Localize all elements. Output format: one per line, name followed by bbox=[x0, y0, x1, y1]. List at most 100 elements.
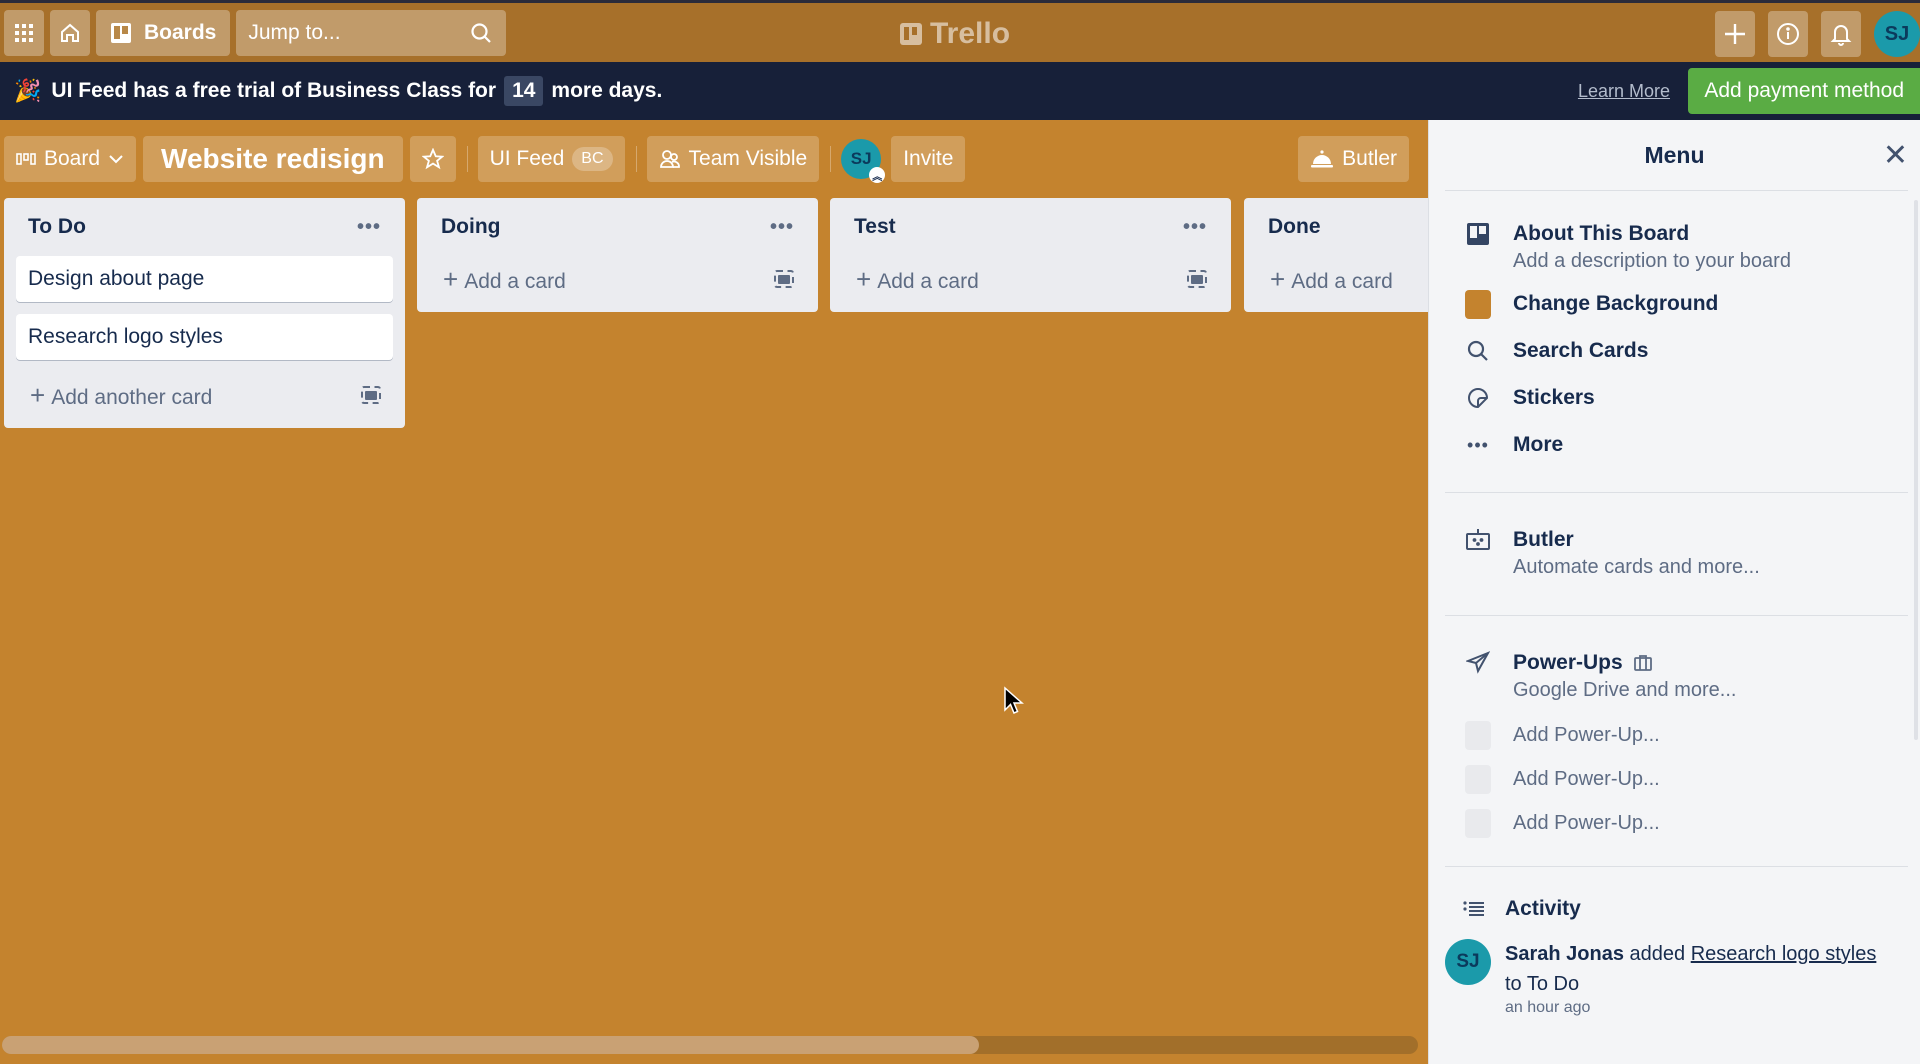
logo-text: Trello bbox=[930, 17, 1011, 50]
board-title[interactable]: Website redisign bbox=[143, 136, 403, 182]
menu-item-stickers[interactable]: Stickers bbox=[1429, 385, 1920, 411]
add-card-button[interactable]: + Add a card bbox=[429, 256, 806, 302]
list-menu-icon[interactable]: ••• bbox=[1183, 216, 1207, 239]
list-title[interactable]: Done bbox=[1268, 215, 1321, 239]
activity-text: Sarah Jonas added Research logo styles t… bbox=[1505, 939, 1876, 999]
boards-button[interactable]: Boards bbox=[96, 9, 231, 56]
user-avatar[interactable]: SJ bbox=[1874, 11, 1920, 57]
add-card-button[interactable]: + Add another card bbox=[16, 372, 393, 418]
top-nav: Boards Jump to... Trello SJ bbox=[0, 0, 1920, 62]
menu-vertical-scrollbar[interactable] bbox=[1914, 200, 1918, 740]
invite-button[interactable]: Invite bbox=[891, 136, 966, 182]
team-name: UI Feed bbox=[489, 147, 565, 170]
notifications-button[interactable] bbox=[1821, 11, 1861, 57]
star-icon bbox=[421, 148, 444, 170]
list-menu-icon[interactable]: ••• bbox=[357, 216, 381, 239]
close-icon[interactable]: ✕ bbox=[1883, 138, 1908, 173]
menu-item-butler[interactable]: Butler Automate cards and more... bbox=[1429, 527, 1920, 581]
create-button[interactable] bbox=[1715, 11, 1755, 57]
board-header: Board Website redisign UI Feed BC Team V… bbox=[0, 120, 1428, 198]
mouse-cursor-icon bbox=[1004, 686, 1024, 714]
card[interactable]: Design about page bbox=[16, 256, 393, 302]
add-card-button[interactable]: + Add a card bbox=[842, 256, 1219, 302]
activity-list-icon bbox=[1463, 901, 1484, 916]
about-subtitle: Add a description to your board bbox=[1513, 250, 1791, 272]
list-header[interactable]: Test ••• bbox=[842, 198, 1219, 256]
butler-title: Butler bbox=[1513, 528, 1574, 551]
menu-item-search-cards[interactable]: Search Cards bbox=[1429, 338, 1920, 364]
add-power-up-item[interactable]: Add Power-Up... bbox=[1429, 720, 1920, 750]
team-plan-badge: BC bbox=[572, 147, 613, 171]
activity-destination: to To Do bbox=[1505, 973, 1580, 995]
chevron-down-icon bbox=[109, 155, 123, 164]
card-template-icon[interactable] bbox=[1187, 270, 1207, 288]
trello-logo-icon bbox=[900, 23, 922, 45]
plus-icon: + bbox=[443, 263, 459, 294]
search-icon bbox=[1465, 338, 1491, 364]
card-template-icon[interactable] bbox=[774, 270, 794, 288]
list-menu-icon[interactable]: ••• bbox=[770, 216, 794, 239]
more-dots-icon: ••• bbox=[1467, 434, 1489, 455]
add-payment-button[interactable]: Add payment method bbox=[1688, 68, 1920, 114]
activity-card-link[interactable]: Research logo styles bbox=[1691, 943, 1877, 965]
activity-user[interactable]: Sarah Jonas bbox=[1505, 943, 1624, 965]
visibility-button[interactable]: Team Visible bbox=[646, 136, 820, 182]
board-view-switcher[interactable]: Board bbox=[4, 136, 137, 182]
board-horizontal-scrollbar[interactable] bbox=[2, 1036, 1418, 1054]
card-template-icon[interactable] bbox=[361, 386, 381, 404]
list-header[interactable]: To Do ••• bbox=[16, 198, 393, 256]
list-header[interactable]: Doing ••• bbox=[429, 198, 806, 256]
butler-bell-icon bbox=[1311, 150, 1334, 168]
activity-item: SJ Sarah Jonas added Research logo style… bbox=[1429, 939, 1920, 1017]
butler-button[interactable]: Butler bbox=[1298, 136, 1409, 182]
sticker-icon bbox=[1465, 385, 1491, 411]
learn-more-link[interactable]: Learn More bbox=[1578, 81, 1670, 102]
menu-item-about-board[interactable]: About This Board Add a description to yo… bbox=[1429, 221, 1920, 275]
butler-label: Butler bbox=[1342, 147, 1397, 170]
board-menu-panel: Menu ✕ About This Board Add a descriptio… bbox=[1428, 120, 1920, 1064]
home-button[interactable] bbox=[50, 9, 90, 56]
change-background-label: Change Background bbox=[1513, 292, 1719, 315]
scrollbar-thumb[interactable] bbox=[2, 1036, 980, 1054]
menu-item-change-background[interactable]: Change Background bbox=[1429, 289, 1920, 319]
banner-prefix: UI Feed has a free trial of Business Cla… bbox=[51, 79, 497, 102]
add-power-up-label: Add Power-Up... bbox=[1513, 811, 1660, 834]
activity-avatar[interactable]: SJ bbox=[1445, 939, 1491, 985]
team-button[interactable]: UI Feed BC bbox=[477, 136, 625, 182]
add-power-up-item[interactable]: Add Power-Up... bbox=[1429, 808, 1920, 838]
list-test: Test ••• + Add a card bbox=[830, 198, 1231, 312]
add-power-up-item[interactable]: Add Power-Up... bbox=[1429, 764, 1920, 794]
power-ups-title: Power-Ups bbox=[1513, 651, 1623, 674]
info-button[interactable] bbox=[1768, 11, 1808, 57]
butler-robot-icon bbox=[1465, 527, 1491, 553]
trial-banner: 🎉 UI Feed has a free trial of Business C… bbox=[0, 62, 1920, 120]
home-icon bbox=[61, 23, 79, 42]
apps-button[interactable] bbox=[4, 9, 44, 56]
add-power-up-label: Add Power-Up... bbox=[1513, 723, 1660, 746]
card[interactable]: Research logo styles bbox=[16, 314, 393, 360]
party-popper-icon: 🎉 bbox=[14, 78, 42, 103]
search-icon bbox=[471, 22, 492, 43]
menu-item-more[interactable]: ••• More bbox=[1429, 432, 1920, 458]
board-view-icon bbox=[16, 153, 36, 165]
search-placeholder: Jump to... bbox=[248, 20, 341, 44]
divider bbox=[1445, 615, 1908, 616]
menu-item-power-ups[interactable]: Power-Ups Google Drive and more... bbox=[1429, 650, 1920, 704]
bell-icon bbox=[1830, 25, 1852, 46]
member-avatar[interactable]: SJ ︽ bbox=[841, 139, 886, 183]
star-button[interactable] bbox=[409, 136, 456, 182]
user-initials: SJ bbox=[1884, 22, 1910, 45]
list-title[interactable]: To Do bbox=[28, 215, 86, 239]
visibility-label: Team Visible bbox=[688, 147, 808, 170]
activity-time[interactable]: an hour ago bbox=[1505, 999, 1876, 1017]
info-icon bbox=[1777, 23, 1799, 45]
trello-logo[interactable]: Trello bbox=[900, 17, 1010, 51]
list-title[interactable]: Test bbox=[854, 215, 896, 239]
search-input[interactable]: Jump to... bbox=[236, 9, 507, 56]
more-label: More bbox=[1513, 433, 1564, 456]
activity-action: added bbox=[1629, 943, 1686, 965]
separator bbox=[635, 146, 637, 172]
stickers-label: Stickers bbox=[1513, 386, 1595, 409]
list-title[interactable]: Doing bbox=[441, 215, 500, 239]
menu-title: Menu bbox=[1644, 141, 1705, 168]
